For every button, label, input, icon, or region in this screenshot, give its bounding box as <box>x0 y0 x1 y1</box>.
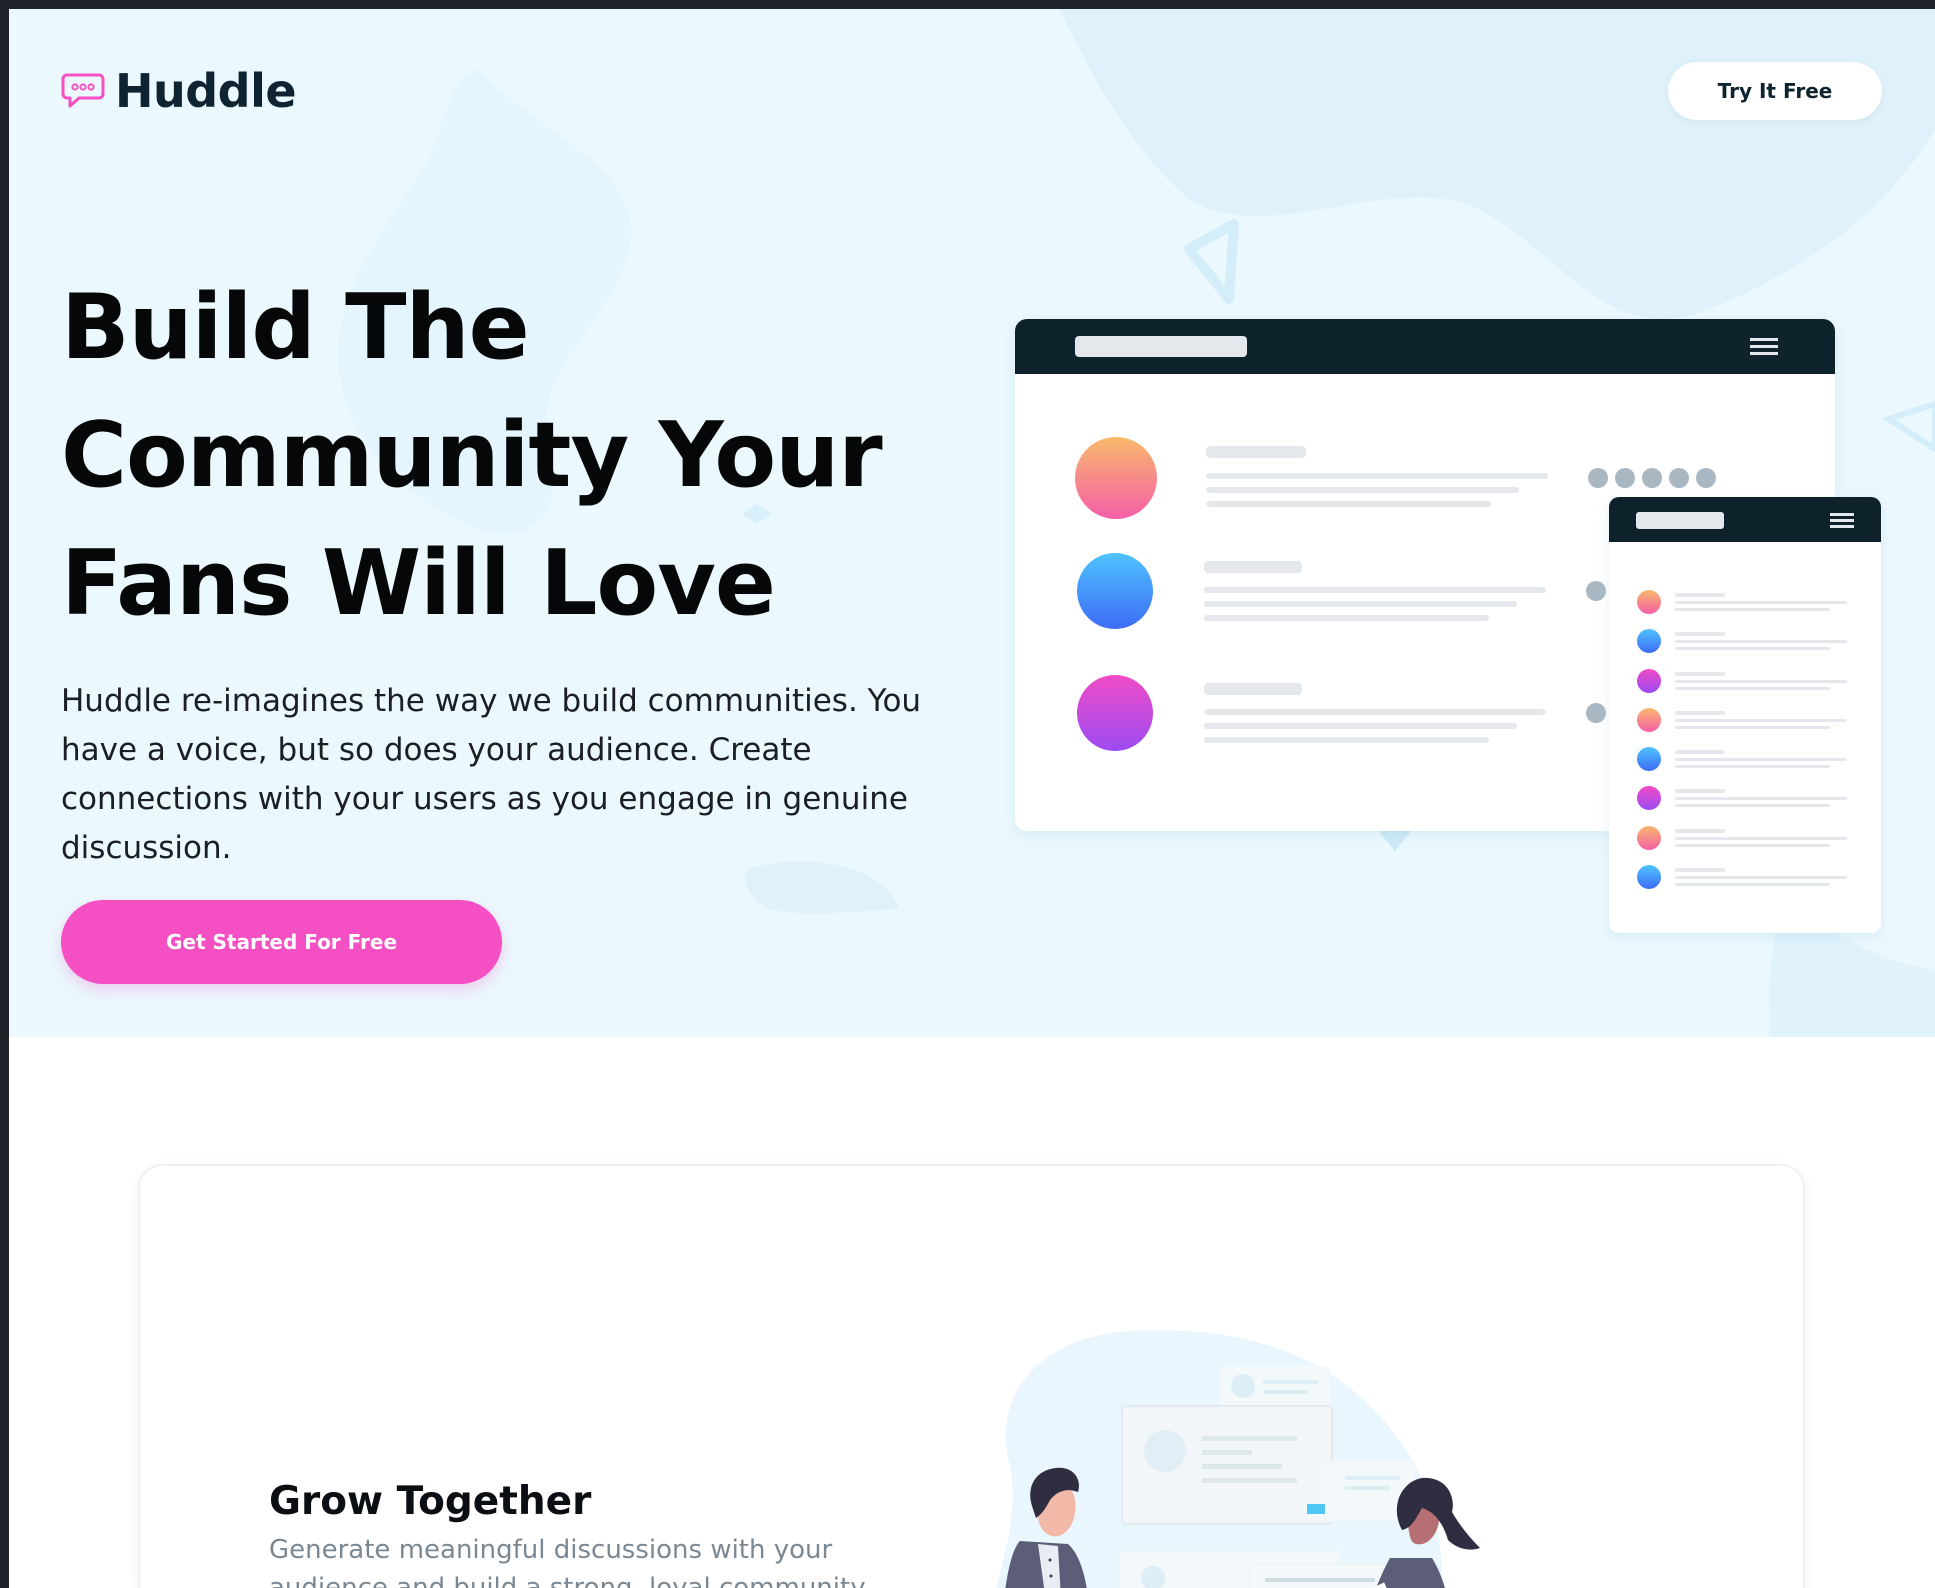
hero-headline: Build The Community Your Fans Will Love <box>61 264 961 648</box>
feature-title: Grow Together <box>269 1479 592 1524</box>
chat-bubble-icon <box>61 73 105 108</box>
brand-logo[interactable]: Huddle <box>61 64 297 118</box>
people-chatting-illustration <box>996 1330 1480 1588</box>
page-frame: Huddle Try It Free Build The Community Y… <box>9 9 1935 1588</box>
hero-description: Huddle re-imagines the way we build comm… <box>61 683 922 866</box>
brand-name: Huddle <box>115 64 297 118</box>
try-it-free-button[interactable]: Try It Free <box>1668 62 1882 120</box>
hero-section: Huddle Try It Free Build The Community Y… <box>9 9 1935 1037</box>
app-mockup-illustration <box>1015 319 1881 933</box>
get-started-button[interactable]: Get Started For Free <box>61 900 502 984</box>
side-window <box>1609 497 1881 933</box>
feature-text: Generate meaningful discussions with you… <box>269 1535 871 1588</box>
feature-card: Grow Together Generate meaningful discus… <box>140 1166 1803 1588</box>
headline-line-1: Build The <box>61 275 530 380</box>
headline-line-2: Community Your <box>61 403 883 508</box>
headline-line-3: Fans Will Love <box>61 531 776 636</box>
